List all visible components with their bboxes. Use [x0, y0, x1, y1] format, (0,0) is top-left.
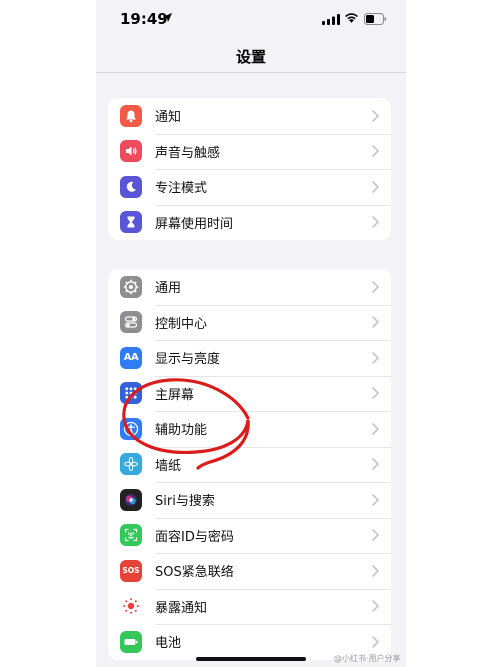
bell-icon [120, 104, 142, 127]
moon-icon [120, 175, 142, 198]
status-time: 19:49 [120, 10, 168, 28]
gear-icon [120, 275, 142, 298]
chevron-right-icon [372, 351, 379, 364]
status-bar: 19:49 [96, 0, 406, 36]
chevron-right-icon [372, 458, 379, 471]
chevron-right-icon [372, 387, 379, 400]
siri-icon [120, 488, 142, 511]
sos-icon: SOS [120, 559, 142, 582]
row-label: Siri与搜索 [155, 494, 215, 510]
chevron-right-icon [372, 280, 379, 293]
chevron-right-icon [372, 635, 379, 648]
accessibility-icon [120, 417, 142, 440]
exposure-icon [120, 595, 142, 618]
settings-row-screen-time[interactable]: 屏幕使用时间 [108, 204, 391, 241]
hourglass-icon [120, 211, 142, 234]
row-label: 主屏幕 [155, 387, 195, 403]
row-label: 显示与亮度 [155, 352, 221, 368]
settings-row-wallpaper[interactable]: 墙纸 [108, 446, 391, 483]
chevron-right-icon [372, 493, 379, 506]
face-id-icon [120, 524, 142, 547]
row-label: 面容ID与密码 [155, 529, 234, 545]
page-title: 设置 [235, 48, 266, 66]
chevron-right-icon [372, 529, 379, 542]
row-label: 声音与触感 [155, 145, 221, 161]
settings-row-siri[interactable]: Siri与搜索 [108, 482, 391, 518]
row-label: SOS紧急联络 [155, 565, 234, 581]
settings-group-1: 通知 声音与触感 专注模式 屏幕使用时间 [108, 98, 391, 240]
row-label: 专注模式 [155, 181, 208, 197]
chevron-right-icon [372, 180, 379, 193]
row-label: 通知 [155, 110, 182, 126]
settings-row-exposure-notifications[interactable]: 暴露通知 [108, 588, 391, 625]
settings-row-display[interactable]: AA 显示与亮度 [108, 340, 391, 376]
home-grid-icon [120, 382, 142, 405]
settings-row-accessibility[interactable]: 辅助功能 [108, 411, 391, 447]
row-label: 屏幕使用时间 [155, 216, 234, 232]
chevron-right-icon [372, 216, 379, 229]
settings-row-general[interactable]: 通用 [108, 269, 391, 305]
watermark: @小红书·用户分享 [334, 654, 401, 663]
home-indicator[interactable] [196, 657, 306, 661]
row-label: 墙纸 [155, 458, 182, 474]
battery-icon [120, 630, 142, 653]
settings-group-2: 通用 控制中心 AA 显示与亮度 主屏幕 辅助功能 墙纸 Siri与搜索 面容I… [108, 269, 391, 660]
location-arrow-icon [162, 12, 173, 23]
row-label: 控制中心 [155, 316, 208, 332]
sos-glyph: SOS [122, 566, 140, 576]
chevron-right-icon [372, 316, 379, 329]
settings-row-notifications[interactable]: 通知 [108, 98, 391, 134]
row-label: 辅助功能 [155, 423, 208, 439]
settings-row-face-id[interactable]: 面容ID与密码 [108, 517, 391, 554]
text-size-icon: AA [120, 346, 142, 369]
chevron-right-icon [372, 564, 379, 577]
settings-row-focus[interactable]: 专注模式 [108, 169, 391, 205]
settings-screen: 19:49 设置 通知 声音与触感 专注模式 屏幕使用时间 通用 控制中心 AA… [96, 0, 406, 667]
cellular-signal-icon [322, 14, 340, 25]
row-label: 通用 [155, 281, 182, 297]
wifi-icon [345, 13, 358, 23]
chevron-right-icon [372, 600, 379, 613]
chevron-right-icon [372, 422, 379, 435]
speaker-icon [120, 140, 142, 163]
battery-status-icon [364, 13, 386, 25]
row-label: 暴露通知 [155, 600, 208, 616]
chevron-right-icon [372, 145, 379, 158]
settings-row-home-screen[interactable]: 主屏幕 [108, 375, 391, 412]
settings-row-control-center[interactable]: 控制中心 [108, 304, 391, 341]
row-label: 电池 [155, 636, 182, 652]
nav-divider [96, 72, 406, 73]
settings-row-emergency-sos[interactable]: SOS SOS紧急联络 [108, 553, 391, 589]
settings-row-sounds[interactable]: 声音与触感 [108, 133, 391, 170]
chevron-right-icon [372, 109, 379, 122]
toggles-icon [120, 311, 142, 334]
flower-icon [120, 453, 142, 476]
text-size-glyph: AA [123, 352, 139, 364]
